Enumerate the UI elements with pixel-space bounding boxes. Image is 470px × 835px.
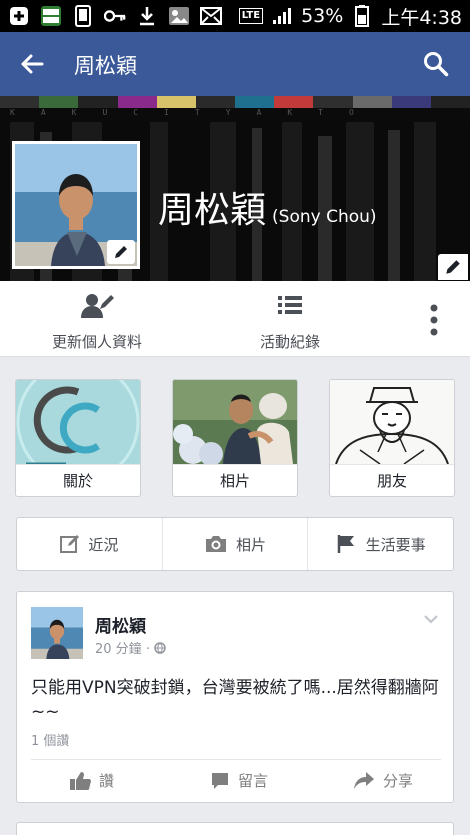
comment-button[interactable]: 留言: [210, 770, 268, 791]
edit-profile-picture-button[interactable]: [107, 240, 135, 264]
status-label: 近況: [88, 535, 119, 554]
post-like-count[interactable]: 1 個讚: [31, 730, 69, 749]
comment-icon: [212, 772, 228, 789]
activity-log-label: 活動紀錄: [259, 333, 320, 351]
divider: [31, 759, 441, 760]
more-vertical-icon[interactable]: [428, 303, 440, 337]
status-button[interactable]: 近況: [17, 518, 163, 570]
tile-photos-label: 相片: [173, 464, 297, 496]
post-time[interactable]: 20 分鐘: [95, 642, 142, 657]
post-card: 周松穎 20 分鐘 · 只能用VPN突破封鎖，台灣要被統了嗎...居然得翻牆阿~…: [16, 591, 454, 803]
post-text: 只能用VPN突破封鎖，台灣要被統了嗎...居然得翻牆阿~~: [31, 678, 439, 722]
profile-alt-name: (Sony Chou): [272, 207, 377, 227]
app-bar: 周松穎: [0, 32, 470, 96]
tile-about[interactable]: 關於: [15, 379, 141, 497]
mail-icon: [200, 5, 222, 27]
battery-percent: 53%: [301, 5, 344, 27]
photo-label: 相片: [236, 535, 267, 554]
share-button[interactable]: 分享: [353, 770, 413, 791]
battery-icon: [351, 5, 373, 27]
lte-indicator: LTE: [238, 8, 264, 24]
flag-icon: [337, 535, 354, 553]
cover-pattern: KAKUCITYAKTO: [10, 108, 380, 117]
post-author-name[interactable]: 周松穎: [95, 612, 146, 637]
share-label: 分享: [383, 772, 414, 790]
edit-cover-button[interactable]: [438, 254, 468, 280]
post-composer-bar: 近況 相片 生活要事: [16, 517, 454, 571]
friends-thumbnail: [330, 380, 454, 464]
back-arrow-icon[interactable]: [18, 50, 46, 78]
like-button[interactable]: 讚: [69, 770, 114, 791]
status-bar-notifications: [8, 4, 222, 28]
status-bar: LTE 53% 上午4:38: [0, 0, 470, 32]
signal-icon: [271, 5, 293, 27]
profile-name: 周松穎 (Sony Chou): [158, 181, 377, 233]
like-label: 讚: [99, 772, 115, 790]
image-notification-icon: [168, 5, 190, 27]
globe-icon: [154, 642, 166, 654]
profile-action-row: 更新個人資料 活動紀錄: [0, 281, 470, 357]
pencil-icon: [446, 260, 460, 274]
tile-friends-label: 朋友: [330, 464, 454, 496]
status-bar-system: LTE 53% 上午4:38: [238, 4, 462, 29]
comment-label: 留言: [238, 772, 269, 790]
activity-log-button[interactable]: 活動紀錄: [250, 291, 330, 352]
share-icon: [354, 771, 374, 789]
download-icon: [136, 5, 158, 27]
update-info-button[interactable]: 更新個人資料: [46, 291, 148, 352]
key-notification-icon: [104, 5, 126, 27]
update-info-label: 更新個人資料: [51, 333, 142, 351]
edit-square-icon: [60, 535, 80, 553]
next-post-card: [16, 822, 454, 835]
search-icon[interactable]: [422, 50, 450, 78]
tile-friends[interactable]: 朋友: [329, 379, 455, 497]
photo-button[interactable]: 相片: [163, 518, 309, 570]
camera-icon: [206, 536, 226, 552]
app-bar-title: 周松穎: [74, 54, 137, 78]
screen: LTE 53% 上午4:38 周松穎 KAKUCITYAKTO 周松穎 (Son…: [0, 0, 470, 835]
about-thumbnail: [16, 380, 140, 464]
thumbs-up-icon: [70, 771, 91, 790]
meta-separator: ·: [145, 642, 150, 657]
app-notification-icon: [40, 5, 62, 27]
tile-about-label: 關於: [16, 464, 140, 496]
profile-picture[interactable]: [12, 141, 140, 269]
list-icon: [278, 296, 302, 314]
cover-color-strip: [0, 96, 470, 108]
profile-name-main: 周松穎: [158, 190, 267, 231]
phone-notification-icon: [72, 5, 94, 27]
post-meta: 20 分鐘 ·: [95, 638, 166, 657]
pencil-icon: [115, 246, 127, 258]
life-event-label: 生活要事: [365, 535, 426, 554]
photos-thumbnail: [173, 380, 297, 464]
clock: 上午4:38: [381, 6, 462, 29]
plus-notification-icon: [8, 5, 30, 27]
tile-photos[interactable]: 相片: [172, 379, 298, 497]
chevron-down-icon[interactable]: [423, 610, 439, 624]
post-author-avatar[interactable]: [31, 607, 83, 659]
user-edit-icon: [81, 294, 114, 318]
life-event-button[interactable]: 生活要事: [308, 518, 453, 570]
